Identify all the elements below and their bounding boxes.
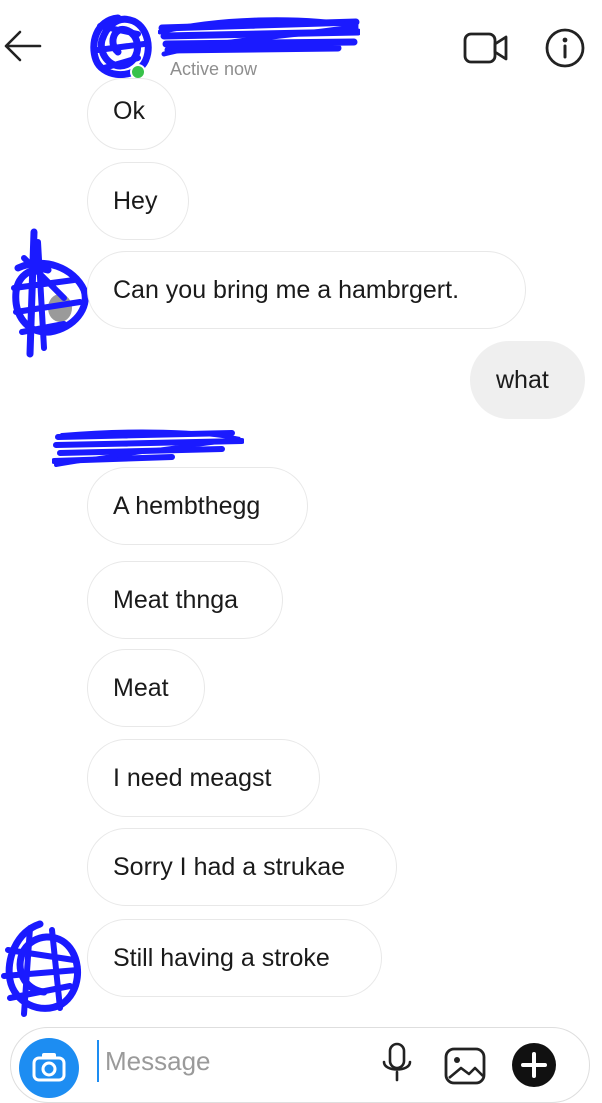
- message-bubble[interactable]: Can you bring me a hambrgert.: [87, 251, 526, 329]
- plus-icon[interactable]: [511, 1042, 557, 1088]
- info-icon[interactable]: [544, 27, 586, 69]
- message-bubble[interactable]: I need meagst: [87, 739, 320, 817]
- message-composer: [10, 1027, 590, 1103]
- message-bubble[interactable]: Ok: [87, 78, 176, 150]
- redacted-sender-name: [52, 429, 244, 467]
- message-input[interactable]: [97, 1040, 367, 1082]
- message-bubble[interactable]: Hey: [87, 162, 189, 240]
- message-bubble[interactable]: Sorry I had a strukae: [87, 828, 397, 906]
- sent-message-bubble[interactable]: what: [470, 341, 585, 419]
- redacted-sender-avatar[interactable]: [0, 920, 84, 1020]
- message-bubble[interactable]: A hembthegg: [87, 467, 308, 545]
- redacted-sender-avatar[interactable]: [4, 228, 92, 358]
- video-call-icon[interactable]: [462, 30, 512, 66]
- microphone-icon[interactable]: [381, 1042, 413, 1082]
- chat-header: Active now: [0, 0, 602, 93]
- active-status: Active now: [170, 59, 258, 79]
- gallery-icon[interactable]: [443, 1046, 487, 1086]
- back-arrow-icon[interactable]: [0, 26, 46, 66]
- camera-icon: [32, 1053, 66, 1082]
- message-bubble[interactable]: Meat: [87, 649, 205, 727]
- camera-button[interactable]: [19, 1038, 79, 1098]
- message-bubble[interactable]: Still having a stroke: [87, 919, 382, 997]
- message-thread[interactable]: Ok Hey Can you bring me a hambrgert. wha…: [0, 78, 602, 1017]
- redacted-username: [158, 17, 360, 57]
- message-bubble[interactable]: Meat thnga: [87, 561, 283, 639]
